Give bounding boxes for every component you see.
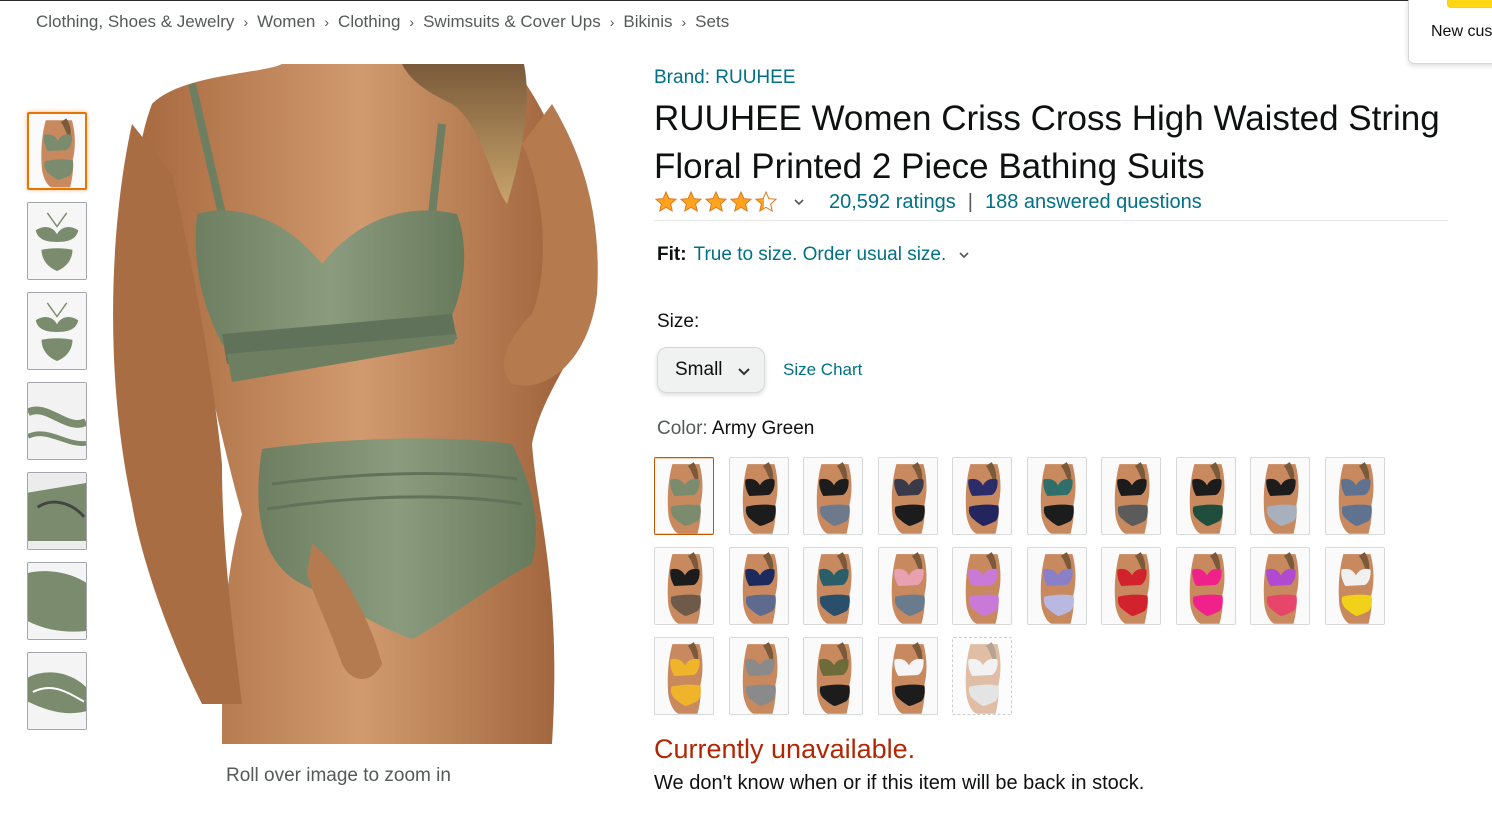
color-swatch[interactable] [1101, 457, 1161, 535]
color-swatch[interactable] [1250, 457, 1310, 535]
color-row: Color: Army Green [657, 418, 814, 440]
thumbnail-fabric-detail-photo[interactable] [27, 562, 87, 640]
rating-row: 20,592 ratings | 188 answered questions [654, 190, 1202, 214]
thumbnail-bikini-flatlay-photo[interactable] [27, 202, 87, 280]
breadcrumb-item[interactable]: Bikinis [623, 12, 672, 32]
breadcrumb-item[interactable]: Clothing [338, 12, 400, 32]
color-swatch[interactable] [729, 547, 789, 625]
color-swatch[interactable] [1176, 547, 1236, 625]
color-swatch[interactable] [878, 637, 938, 715]
availability-note: We don't know when or if this item will … [654, 772, 1145, 794]
star-icon [654, 190, 678, 213]
color-swatch[interactable] [1325, 457, 1385, 535]
color-swatch[interactable] [952, 457, 1012, 535]
new-customer-popover: New cus [1408, 0, 1492, 64]
chevron-right-icon: › [324, 14, 330, 30]
product-title: RUUHEE Women Criss Cross High Waisted St… [654, 99, 1440, 186]
star-icon [754, 190, 778, 213]
chevron-down-icon[interactable] [793, 196, 805, 208]
chevron-right-icon: › [243, 14, 249, 30]
fit-row: Fit: True to size. Order usual size. [657, 244, 970, 266]
chevron-down-icon [738, 368, 750, 376]
color-swatch[interactable] [952, 637, 1012, 715]
size-dropdown[interactable]: Small [657, 347, 765, 393]
thumbnail-cup-detail-photo[interactable] [27, 472, 87, 550]
color-swatch[interactable] [878, 457, 938, 535]
color-swatch[interactable] [729, 637, 789, 715]
brand-link[interactable]: Brand: RUUHEE [654, 67, 796, 89]
answered-questions-link[interactable]: 188 answered questions [985, 191, 1202, 214]
color-swatch[interactable] [1027, 547, 1087, 625]
size-label: Size: [657, 311, 700, 332]
color-swatch[interactable] [729, 457, 789, 535]
thumbnail-strap-detail-photo[interactable] [27, 382, 87, 460]
star-icon [729, 190, 753, 213]
star-icon [679, 190, 703, 213]
color-swatch[interactable] [654, 457, 714, 535]
chevron-down-icon[interactable] [958, 249, 970, 261]
color-swatch[interactable] [1101, 547, 1161, 625]
star-icon [704, 190, 728, 213]
color-swatch[interactable] [803, 637, 863, 715]
thumbnail-bikini-flatlay-photo[interactable] [27, 292, 87, 370]
color-swatch[interactable] [803, 547, 863, 625]
breadcrumb-item[interactable]: Women [257, 12, 315, 32]
breadcrumb: Clothing, Shoes & Jewelry › Women › Clothing… [36, 12, 729, 32]
color-swatch[interactable] [1027, 457, 1087, 535]
breadcrumb-item[interactable]: Swimsuits & Cover Ups [423, 12, 601, 32]
size-selected-value: Small [675, 359, 723, 380]
color-swatch[interactable] [952, 547, 1012, 625]
zoom-hint: Roll over image to zoom in [226, 765, 451, 786]
color-swatch[interactable] [1250, 547, 1310, 625]
main-product-image[interactable] [112, 64, 612, 744]
breadcrumb-item[interactable]: Sets [695, 12, 729, 32]
popover-text: New cus [1431, 23, 1492, 40]
color-swatch[interactable] [878, 547, 938, 625]
top-border [0, 0, 1492, 1]
fit-value-link[interactable]: True to size. Order usual size. [694, 244, 947, 266]
color-swatch[interactable] [1176, 457, 1236, 535]
fit-label: Fit: [657, 244, 687, 265]
chevron-right-icon: › [409, 14, 415, 30]
rating-divider: | [967, 190, 973, 213]
availability-status: Currently unavailable. [654, 734, 916, 764]
color-label: Color: [657, 418, 712, 439]
ratings-count-link[interactable]: 20,592 ratings [829, 191, 956, 214]
color-swatch[interactable] [803, 457, 863, 535]
color-swatch[interactable] [654, 547, 714, 625]
color-selected-value: Army Green [711, 418, 815, 439]
color-swatch[interactable] [654, 637, 714, 715]
color-swatch[interactable] [1325, 547, 1385, 625]
popover-signin-button[interactable] [1447, 0, 1492, 8]
chevron-right-icon: › [681, 14, 687, 30]
thumbnail-bikini-model-photo[interactable] [27, 112, 87, 190]
chevron-right-icon: › [609, 14, 615, 30]
section-divider [654, 220, 1448, 221]
size-chart-link[interactable]: Size Chart [783, 360, 862, 380]
breadcrumb-item[interactable]: Clothing, Shoes & Jewelry [36, 12, 234, 32]
star-rating[interactable] [654, 190, 779, 214]
thumbnail-bottom-detail-photo[interactable] [27, 652, 87, 730]
